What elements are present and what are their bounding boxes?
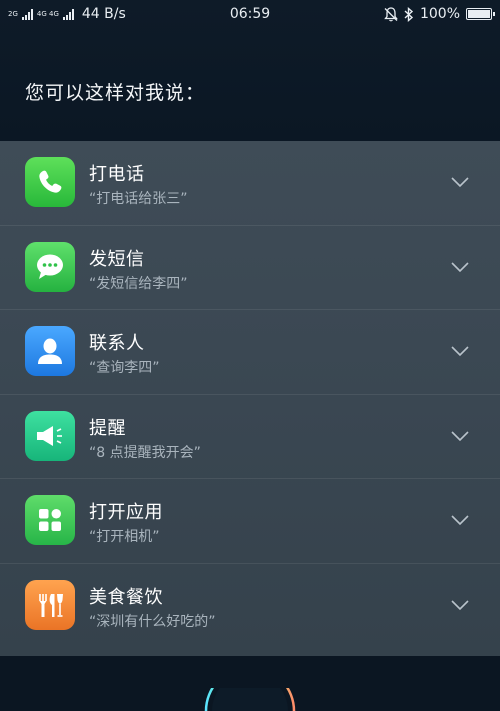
item-example: “8 点提醒我开会” xyxy=(89,444,201,461)
network-speed: 44 B/s xyxy=(81,6,126,22)
signal-bars-icon xyxy=(21,8,33,20)
list-item-open-app[interactable]: 打开应用 “打开相机” xyxy=(0,479,500,564)
voice-assistant-screen: 2G 4G 4G 44 B/s 06:59 100% 您可以这样对我说： 打电话… xyxy=(0,0,500,711)
item-title: 美食餐饮 xyxy=(89,586,163,608)
signal-1: 2G xyxy=(8,10,18,18)
contact-icon xyxy=(25,326,75,376)
apps-grid-icon xyxy=(25,495,75,545)
item-example: “发短信给李四” xyxy=(89,275,188,292)
status-right: 100% xyxy=(384,6,495,22)
phone-icon xyxy=(25,157,75,207)
network-tag-4g: 4G 4G xyxy=(36,10,59,18)
list-item-message[interactable]: 发短信 “发短信给李四” xyxy=(0,226,500,310)
dining-icon xyxy=(25,579,75,630)
suggestion-list: 打电话 “打电话给张三” 发短信 “发短信给李四” 联系人 “查询李四” 提醒 … xyxy=(0,141,500,656)
list-item-contacts[interactable]: 联系人 “查询李四” xyxy=(0,310,500,395)
mute-bell-icon xyxy=(384,6,398,21)
item-title: 打电话 xyxy=(89,164,145,185)
item-example: “深圳有什么好吃的” xyxy=(89,613,216,630)
list-item-phone[interactable]: 打电话 “打电话给张三” xyxy=(0,141,500,226)
item-title: 提醒 xyxy=(89,417,126,439)
item-example: “打电话给张三” xyxy=(89,191,188,207)
voice-input-button[interactable] xyxy=(200,688,300,711)
chevron-down-icon[interactable] xyxy=(450,344,470,358)
chevron-down-icon[interactable] xyxy=(450,429,470,443)
item-title: 打开应用 xyxy=(89,502,163,523)
message-icon xyxy=(25,241,75,292)
bluetooth-icon xyxy=(404,6,414,22)
status-left: 2G 4G 4G 44 B/s xyxy=(8,6,126,22)
item-example: “打开相机” xyxy=(89,529,160,545)
list-item-dining[interactable]: 美食餐饮 “深圳有什么好吃的” xyxy=(0,564,500,649)
prompt-heading: 您可以这样对我说： xyxy=(25,82,206,104)
network-tag: 2G xyxy=(8,10,18,18)
chevron-down-icon[interactable] xyxy=(450,598,470,612)
chevron-down-icon[interactable] xyxy=(450,513,470,527)
list-item-reminder[interactable]: 提醒 “8 点提醒我开会” xyxy=(0,395,500,479)
battery-percent: 100% xyxy=(419,6,460,22)
battery-icon xyxy=(466,8,495,20)
battery-fill xyxy=(468,10,490,18)
chevron-down-icon[interactable] xyxy=(450,260,470,274)
status-bar: 2G 4G 4G 44 B/s 06:59 100% xyxy=(0,0,500,28)
item-title: 联系人 xyxy=(89,333,145,354)
item-title: 发短信 xyxy=(89,248,145,270)
chevron-down-icon[interactable] xyxy=(450,175,470,189)
megaphone-icon xyxy=(25,410,75,461)
item-example: “查询李四” xyxy=(89,360,160,376)
signal-bars-icon-2 xyxy=(62,8,74,20)
